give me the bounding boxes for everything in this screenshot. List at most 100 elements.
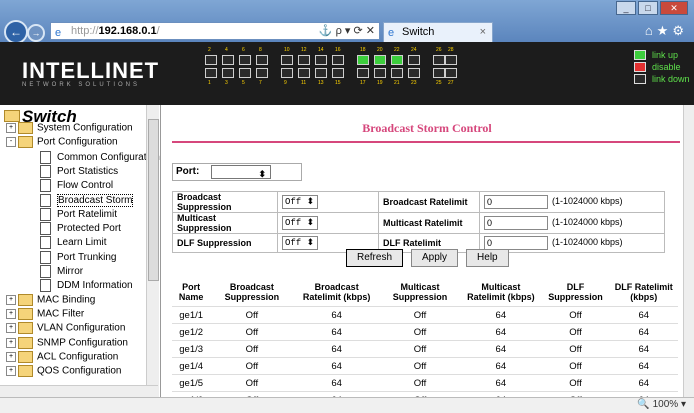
port-9-indicator[interactable] <box>281 68 293 78</box>
port-14-indicator[interactable] <box>315 55 327 65</box>
expand-icon[interactable]: + <box>6 308 16 319</box>
sidebar-item-flow-control[interactable]: Flow Control <box>40 179 114 193</box>
expand-icon[interactable]: + <box>6 351 16 362</box>
sidebar-item-label: Mirror <box>57 266 84 278</box>
close-tab-icon[interactable]: × <box>480 23 486 41</box>
suppression-select[interactable]: Off ⬍ <box>282 195 318 209</box>
sidebar-item-vlan-configuration[interactable]: + VLAN Configuration <box>6 322 125 335</box>
zoom-level[interactable]: 🔍 100% ▾ <box>637 399 686 410</box>
port-20-indicator[interactable] <box>374 55 386 65</box>
sidebar-item-common-configuration[interactable]: Common Configuration <box>40 150 160 164</box>
sidebar-item-mac-binding[interactable]: + MAC Binding <box>6 293 95 306</box>
port-15-indicator[interactable] <box>332 68 344 78</box>
suppression-select[interactable]: Off ⬍ <box>282 216 318 230</box>
port-dropdown[interactable]: ⬍ <box>211 165 271 179</box>
table-row: ge1/3 Off 64 Off 64 Off 64 <box>172 340 678 358</box>
port-26-indicator[interactable] <box>433 55 445 65</box>
sidebar-item-port-trunking[interactable]: Port Trunking <box>40 250 116 264</box>
port-23-indicator[interactable] <box>408 68 420 78</box>
table-cell: Off <box>210 374 294 392</box>
forward-button[interactable]: → <box>27 24 45 42</box>
expand-icon[interactable]: + <box>6 366 16 377</box>
sidebar-item-port-statistics[interactable]: Port Statistics <box>40 164 118 178</box>
column-header: Port Name <box>172 278 211 307</box>
sidebar-item-ddm-information[interactable]: DDM Information <box>40 279 133 293</box>
suppression-config-table: Broadcast Suppression Off ⬍ Broadcast Rate… <box>172 191 665 253</box>
expand-icon[interactable]: + <box>6 123 16 133</box>
ratelimit-input[interactable]: 0 <box>484 236 548 250</box>
sidebar-scroll-thumb[interactable] <box>148 119 159 281</box>
maximize-button[interactable]: □ <box>638 1 658 15</box>
address-bar[interactable]: e http://192.168.0.1/ ⚓ ρ ▾ ⟳ ✕ <box>50 22 380 40</box>
port-selector: Port: ⬍ <box>172 163 302 181</box>
suppression-label: Broadcast Suppression <box>172 191 278 213</box>
sidebar-item-port-ratelimit[interactable]: Port Ratelimit <box>40 207 117 221</box>
sidebar-item-broadcast-storm[interactable]: Broadcast Storm <box>40 193 134 207</box>
port-16-indicator[interactable] <box>332 55 344 65</box>
port-18-indicator[interactable] <box>357 55 369 65</box>
sidebar-item-snmp-configuration[interactable]: + SNMP Configuration <box>6 336 128 349</box>
port-28-indicator[interactable] <box>445 55 457 65</box>
table-cell: Off <box>541 357 610 375</box>
ratelimit-range: (1-1024000 kbps) <box>552 196 623 207</box>
port-13-indicator[interactable] <box>315 68 327 78</box>
port-17-indicator[interactable] <box>357 68 369 78</box>
sidebar-item-mac-filter[interactable]: + MAC Filter <box>6 307 84 320</box>
port-1-indicator[interactable] <box>205 68 217 78</box>
port-5-indicator[interactable] <box>239 68 251 78</box>
collapse-icon[interactable]: - <box>6 137 16 148</box>
action-buttons: Refresh Apply Help <box>346 249 509 267</box>
sidebar-item-protected-port[interactable]: Protected Port <box>40 222 121 236</box>
port-21-indicator[interactable] <box>391 68 403 78</box>
port-22-indicator[interactable] <box>391 55 403 65</box>
port-number-label: 21 <box>394 80 400 86</box>
port-2-indicator[interactable] <box>205 55 217 65</box>
ratelimit-label: Multicast Ratelimit <box>378 212 480 234</box>
expand-icon[interactable]: + <box>6 294 16 305</box>
refresh-button[interactable]: Refresh <box>346 249 404 267</box>
sidebar-item-label: Protected Port <box>57 223 121 235</box>
port-10-indicator[interactable] <box>281 55 293 65</box>
back-button[interactable]: ← <box>4 20 28 44</box>
minimize-button[interactable]: _ <box>616 1 636 15</box>
browser-titlebar: _ □ ✕ ← → e http://192.168.0.1/ ⚓ ρ ▾ ⟳ … <box>0 0 694 44</box>
port-27-indicator[interactable] <box>445 68 457 78</box>
sidebar-item-system-configuration[interactable]: + System Configuration <box>6 122 133 134</box>
ratelimit-input[interactable]: 0 <box>484 216 548 230</box>
help-button[interactable]: Help <box>466 249 509 267</box>
port-7-indicator[interactable] <box>256 68 268 78</box>
address-tools[interactable]: ⚓ ρ ▾ ⟳ ✕ <box>319 23 375 39</box>
window-controls: _ □ ✕ <box>616 1 688 15</box>
sidebar-item-qos-configuration[interactable]: + QOS Configuration <box>6 365 122 378</box>
logo-tagline: NETWORK SOLUTIONS <box>22 82 141 88</box>
close-window-button[interactable]: ✕ <box>660 1 688 15</box>
legend-item: link up <box>634 50 690 60</box>
browser-toolbar-icons[interactable]: ⌂★⚙ <box>645 23 688 39</box>
suppression-value: Off <box>285 197 302 207</box>
ratelimit-input[interactable]: 0 <box>484 195 548 209</box>
apply-button[interactable]: Apply <box>411 249 459 267</box>
sidebar-item-label: Flow Control <box>57 180 114 192</box>
suppression-cell: Off ⬍ <box>277 191 379 213</box>
sidebar-item-acl-configuration[interactable]: + ACL Configuration <box>6 350 118 363</box>
port-4-indicator[interactable] <box>222 55 234 65</box>
port-11-indicator[interactable] <box>298 68 310 78</box>
port-19-indicator[interactable] <box>374 68 386 78</box>
sidebar-item-port-configuration[interactable]: - Port Configuration <box>6 136 118 149</box>
port-12-indicator[interactable] <box>298 55 310 65</box>
main-scrollbar[interactable] <box>683 105 694 397</box>
port-3-indicator[interactable] <box>222 68 234 78</box>
sidebar-item-mirror[interactable]: Mirror <box>40 265 83 278</box>
port-8-indicator[interactable] <box>256 55 268 65</box>
page-icon <box>40 164 51 178</box>
sidebar-scrollbar[interactable] <box>146 105 159 397</box>
sidebar-item-learn-limit[interactable]: Learn Limit <box>40 236 106 250</box>
port-6-indicator[interactable] <box>239 55 251 65</box>
port-number-label: 5 <box>242 80 245 86</box>
port-24-indicator[interactable] <box>408 55 420 65</box>
port-25-indicator[interactable] <box>433 68 445 78</box>
suppression-select[interactable]: Off ⬍ <box>282 236 318 250</box>
expand-icon[interactable]: + <box>6 337 16 348</box>
browser-tab[interactable]: e Switch × <box>383 22 493 42</box>
expand-icon[interactable]: + <box>6 323 16 334</box>
